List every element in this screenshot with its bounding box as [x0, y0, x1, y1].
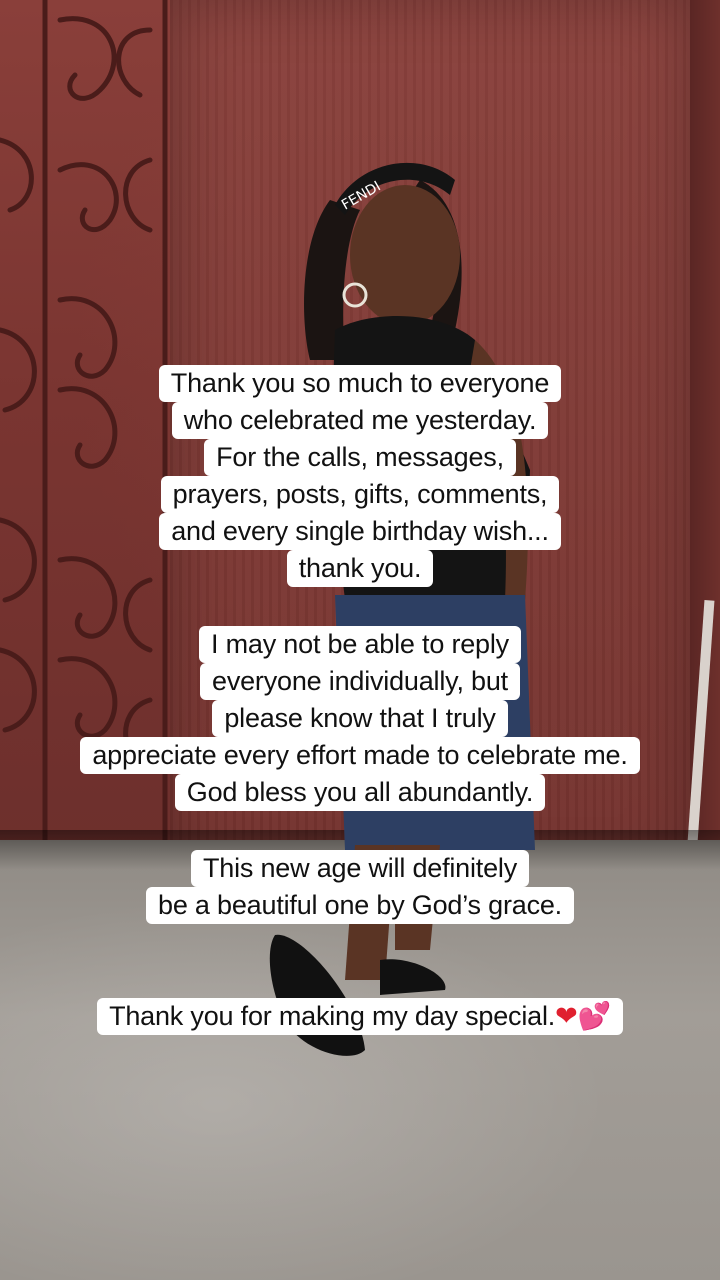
caption-overlay: Thank you so much to everyone who celebr… [0, 0, 720, 1280]
caption-line: everyone individually, but [200, 663, 520, 700]
caption-paragraph-2: I may not be able to reply everyone indi… [0, 626, 720, 811]
caption-line: and every single birthday wish... [159, 513, 561, 550]
caption-line: thank you. [286, 550, 434, 587]
two-hearts-icon: 💕 [577, 1001, 612, 1032]
caption-line: prayers, posts, gifts, comments, [160, 476, 560, 513]
caption-line: appreciate every effort made to celebrat… [80, 737, 640, 774]
caption-line: This new age will definitely [190, 850, 530, 887]
caption-line: Thank you so much to everyone [158, 365, 562, 402]
caption-line: God bless you all abundantly. [174, 774, 546, 811]
caption-paragraph-1: Thank you so much to everyone who celebr… [0, 365, 720, 587]
caption-closing-line: Thank you for making my day special.❤💕 [97, 998, 623, 1035]
caption-line: For the calls, messages, [204, 439, 516, 476]
caption-paragraph-4: Thank you for making my day special.❤💕 [0, 998, 720, 1035]
caption-closing-text: Thank you for making my day special. [109, 1001, 556, 1031]
red-heart-icon: ❤ [555, 1001, 578, 1032]
photo-background: FENDI Thank you so much to everyone who … [0, 0, 720, 1280]
caption-paragraph-3: This new age will definitely be a beauti… [0, 850, 720, 924]
caption-line: be a beautiful one by God’s grace. [146, 887, 574, 924]
caption-line: I may not be able to reply [199, 626, 521, 663]
caption-line: please know that I truly [212, 700, 508, 737]
caption-line: who celebrated me yesterday. [171, 402, 549, 439]
